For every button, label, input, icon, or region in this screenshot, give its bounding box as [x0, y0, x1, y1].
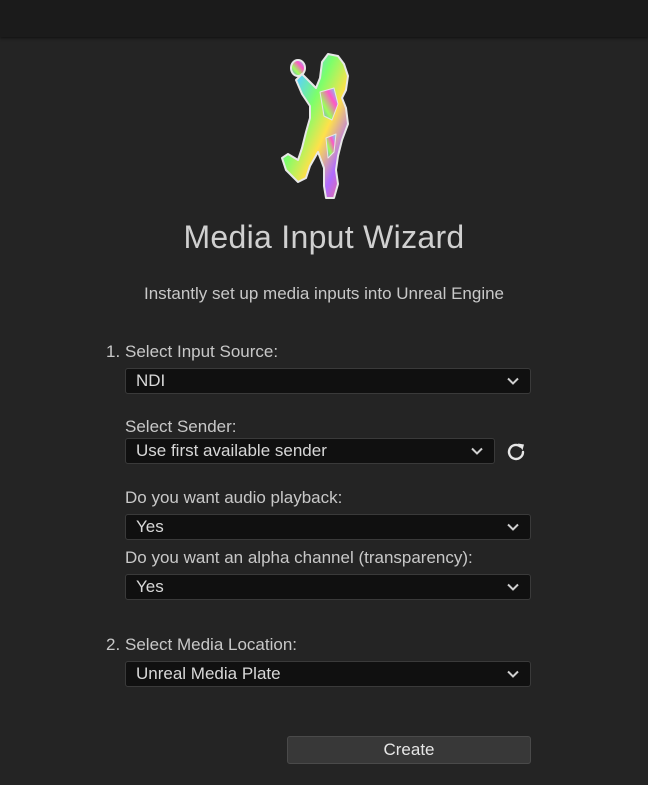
- input-source-label: Select Input Source:: [125, 342, 279, 361]
- alpha-value: Yes: [136, 577, 164, 596]
- dancer-logo: [281, 53, 349, 199]
- step-2-number: 2.: [106, 635, 121, 654]
- media-location-value: Unreal Media Plate: [136, 664, 281, 683]
- chevron-down-icon: [506, 580, 520, 594]
- chevron-down-icon: [470, 444, 484, 458]
- step-1-number: 1.: [106, 342, 121, 361]
- media-location-label: Select Media Location:: [125, 635, 297, 654]
- sender-label: Select Sender:: [125, 417, 237, 436]
- input-source-value: NDI: [136, 371, 166, 390]
- chevron-down-icon: [506, 520, 520, 534]
- create-button[interactable]: Create: [287, 736, 531, 764]
- refresh-icon[interactable]: [504, 440, 528, 464]
- alpha-dropdown[interactable]: Yes: [125, 574, 531, 600]
- audio-value: Yes: [136, 517, 164, 536]
- wizard-title: Media Input Wizard: [183, 219, 465, 255]
- chevron-down-icon: [506, 667, 520, 681]
- sender-dropdown[interactable]: Use first available sender: [125, 438, 495, 464]
- audio-label: Do you want audio playback:: [125, 488, 343, 507]
- window-titlebar[interactable]: [0, 0, 648, 37]
- chevron-down-icon: [506, 374, 520, 388]
- audio-dropdown[interactable]: Yes: [125, 514, 531, 540]
- media-location-dropdown[interactable]: Unreal Media Plate: [125, 661, 531, 687]
- sender-value: Use first available sender: [136, 441, 327, 460]
- wizard-subtitle: Instantly set up media inputs into Unrea…: [143, 284, 505, 303]
- input-source-dropdown[interactable]: NDI: [125, 368, 531, 394]
- alpha-label: Do you want an alpha channel (transparen…: [125, 548, 473, 567]
